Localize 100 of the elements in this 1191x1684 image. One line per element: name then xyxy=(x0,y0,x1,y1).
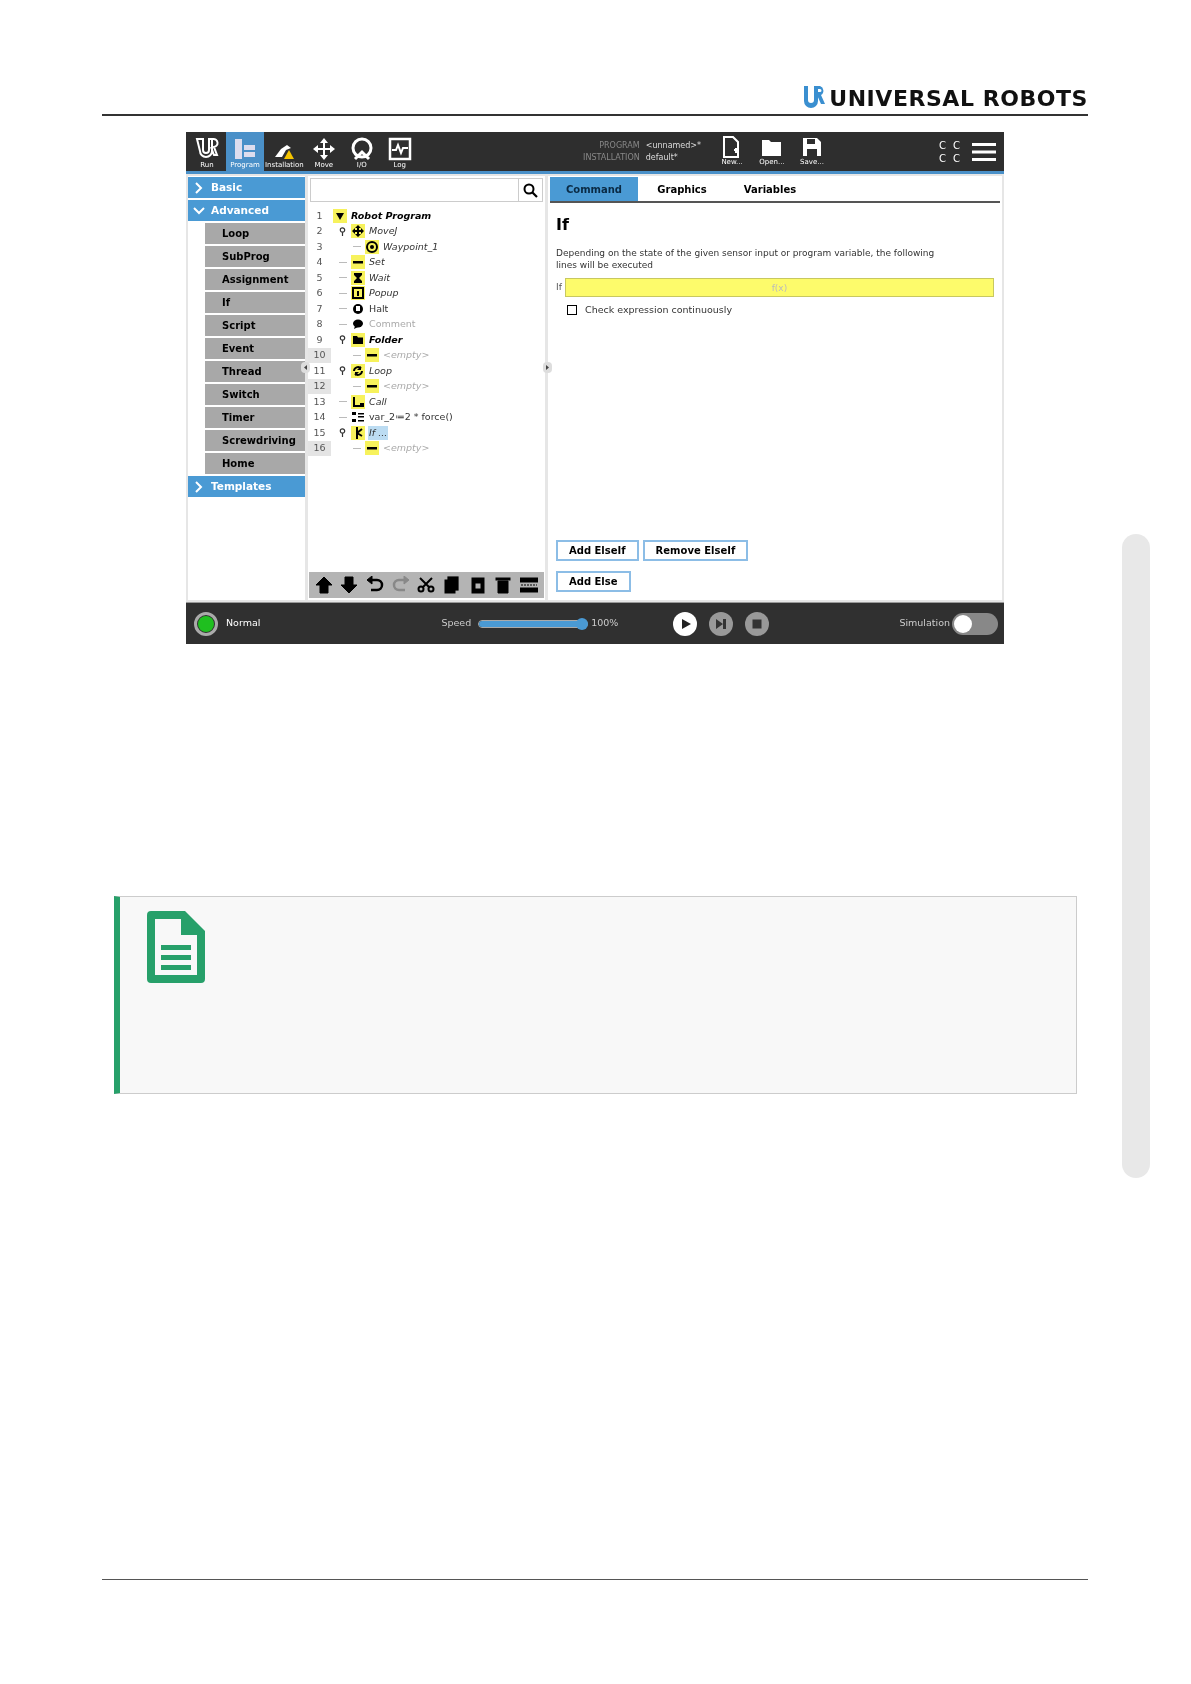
search-icon[interactable] xyxy=(523,182,538,198)
node-type-button[interactable]: Home xyxy=(205,453,305,474)
tree-node-label[interactable]: Set xyxy=(368,255,386,270)
line-number: 4 xyxy=(315,255,324,270)
node-type-button[interactable]: Event xyxy=(205,338,305,359)
tree-node-label[interactable]: Waypoint_1 xyxy=(382,239,440,254)
action-button[interactable]: Add Else xyxy=(556,571,631,592)
line-number: 6 xyxy=(315,286,324,301)
assignment-node-icon xyxy=(351,410,365,425)
node-type-button[interactable]: Script xyxy=(205,315,305,336)
line-number: 13 xyxy=(312,394,327,409)
expand-pin-icon[interactable] xyxy=(339,226,346,236)
line-number: 8 xyxy=(315,317,324,332)
line-number: 9 xyxy=(315,332,324,347)
play-icon[interactable] xyxy=(673,611,698,636)
save-file-icon xyxy=(801,136,824,158)
undo-icon[interactable] xyxy=(366,576,385,594)
node-type-button[interactable]: If xyxy=(205,292,305,313)
line-number: 12 xyxy=(308,378,331,394)
collapse-handle-icon[interactable] xyxy=(301,362,310,373)
tree-node-label[interactable]: Call xyxy=(368,394,388,409)
tree-node-label[interactable]: If ... xyxy=(368,425,389,440)
if-node-icon xyxy=(351,425,365,440)
empty-node-icon xyxy=(365,379,379,394)
node-type-button[interactable]: Timer xyxy=(205,407,305,428)
log-icon xyxy=(387,137,412,161)
speed-label: Speed xyxy=(441,616,472,631)
line-number: 3 xyxy=(315,239,324,254)
expression-field[interactable]: f(x) xyxy=(564,278,994,297)
waypoint-node-icon xyxy=(365,239,379,254)
panel-tab[interactable]: Variables xyxy=(726,177,814,201)
node-type-button[interactable]: Screwdriving xyxy=(205,430,305,451)
status-text: Normal xyxy=(226,616,261,631)
line-number: 7 xyxy=(315,301,324,316)
program-label: PROGRAM xyxy=(598,140,640,151)
tree-node-label[interactable]: Popup xyxy=(368,286,400,301)
expand-pin-icon[interactable] xyxy=(339,335,346,345)
program-label: INSTALLATION xyxy=(582,152,640,163)
tree-node-label[interactable]: Robot Program xyxy=(350,208,433,223)
tree-node-label[interactable]: Halt xyxy=(368,301,390,316)
suppress-icon[interactable] xyxy=(520,576,539,594)
menu-icon[interactable] xyxy=(972,141,996,162)
move-node-icon xyxy=(351,224,365,239)
tree-node-label[interactable]: var_2≔2 * force() xyxy=(368,410,454,425)
program-value: <unnamed>* xyxy=(645,140,702,151)
expand-pin-icon[interactable] xyxy=(339,366,346,376)
node-type-button[interactable]: Loop xyxy=(205,223,305,244)
action-button[interactable]: Remove ElseIf xyxy=(642,540,749,561)
chevron-right-icon xyxy=(193,181,205,194)
line-number: 5 xyxy=(315,270,324,285)
search-field[interactable] xyxy=(310,178,543,202)
action-button[interactable]: Add ElseIf xyxy=(556,540,639,561)
down-icon[interactable] xyxy=(340,576,359,594)
node-type-button[interactable]: Assignment xyxy=(205,269,305,290)
description-text: Depending on the state of the given sensor input or program variable, the following lines will be executed xyxy=(556,247,936,271)
panel-tab[interactable]: Graphics xyxy=(638,177,726,201)
expand-handle-icon[interactable] xyxy=(543,362,552,373)
node-type-button[interactable]: Switch xyxy=(205,384,305,405)
up-icon[interactable] xyxy=(314,576,333,594)
line-number: 11 xyxy=(312,363,327,378)
program-value: default* xyxy=(645,152,678,163)
panel-tab[interactable]: Command xyxy=(550,177,638,201)
status-indicator: C xyxy=(953,138,960,152)
speed-slider[interactable] xyxy=(478,617,589,630)
simulation-toggle[interactable] xyxy=(952,612,998,635)
status-indicator: C xyxy=(953,151,960,165)
simulation-label: Simulation xyxy=(899,616,950,631)
run-icon xyxy=(195,137,219,161)
logo-icon xyxy=(803,86,826,110)
status-indicator: C xyxy=(939,151,946,165)
call-node-icon xyxy=(351,394,365,409)
node-type-button[interactable]: SubProg xyxy=(205,246,305,267)
status-indicator: C xyxy=(939,138,946,152)
io-icon xyxy=(349,137,374,161)
speed-value: 100% xyxy=(591,616,619,631)
expand-pin-icon[interactable] xyxy=(339,428,346,438)
tree-node-label[interactable]: Loop xyxy=(368,363,393,378)
document-icon xyxy=(147,911,205,983)
node-type-button[interactable]: Thread xyxy=(205,361,305,382)
popup-node-icon xyxy=(351,286,365,301)
brand-name: UNIVERSAL ROBOTS xyxy=(829,88,1088,110)
tree-node-label[interactable]: Folder xyxy=(368,332,404,347)
line-number: 16 xyxy=(308,440,331,456)
tree-node-label[interactable]: MoveJ xyxy=(368,224,399,239)
halt-node-icon xyxy=(351,301,365,316)
paste-icon[interactable] xyxy=(468,576,487,594)
slider-thumb[interactable] xyxy=(576,617,589,630)
line-number: 15 xyxy=(312,425,327,440)
move-icon xyxy=(311,137,336,161)
loop-node-icon xyxy=(351,363,365,378)
chevron-right-icon xyxy=(193,480,205,493)
cut-icon[interactable] xyxy=(417,576,436,594)
tree-node-label[interactable]: Wait xyxy=(368,270,392,285)
line-number: 10 xyxy=(308,347,331,363)
delete-icon[interactable] xyxy=(494,576,513,594)
checkbox[interactable] xyxy=(567,305,577,316)
copy-icon[interactable] xyxy=(443,576,462,594)
root-node-icon[interactable] xyxy=(333,208,347,223)
chevron-down-icon xyxy=(193,204,205,217)
wait-node-icon xyxy=(351,270,365,285)
